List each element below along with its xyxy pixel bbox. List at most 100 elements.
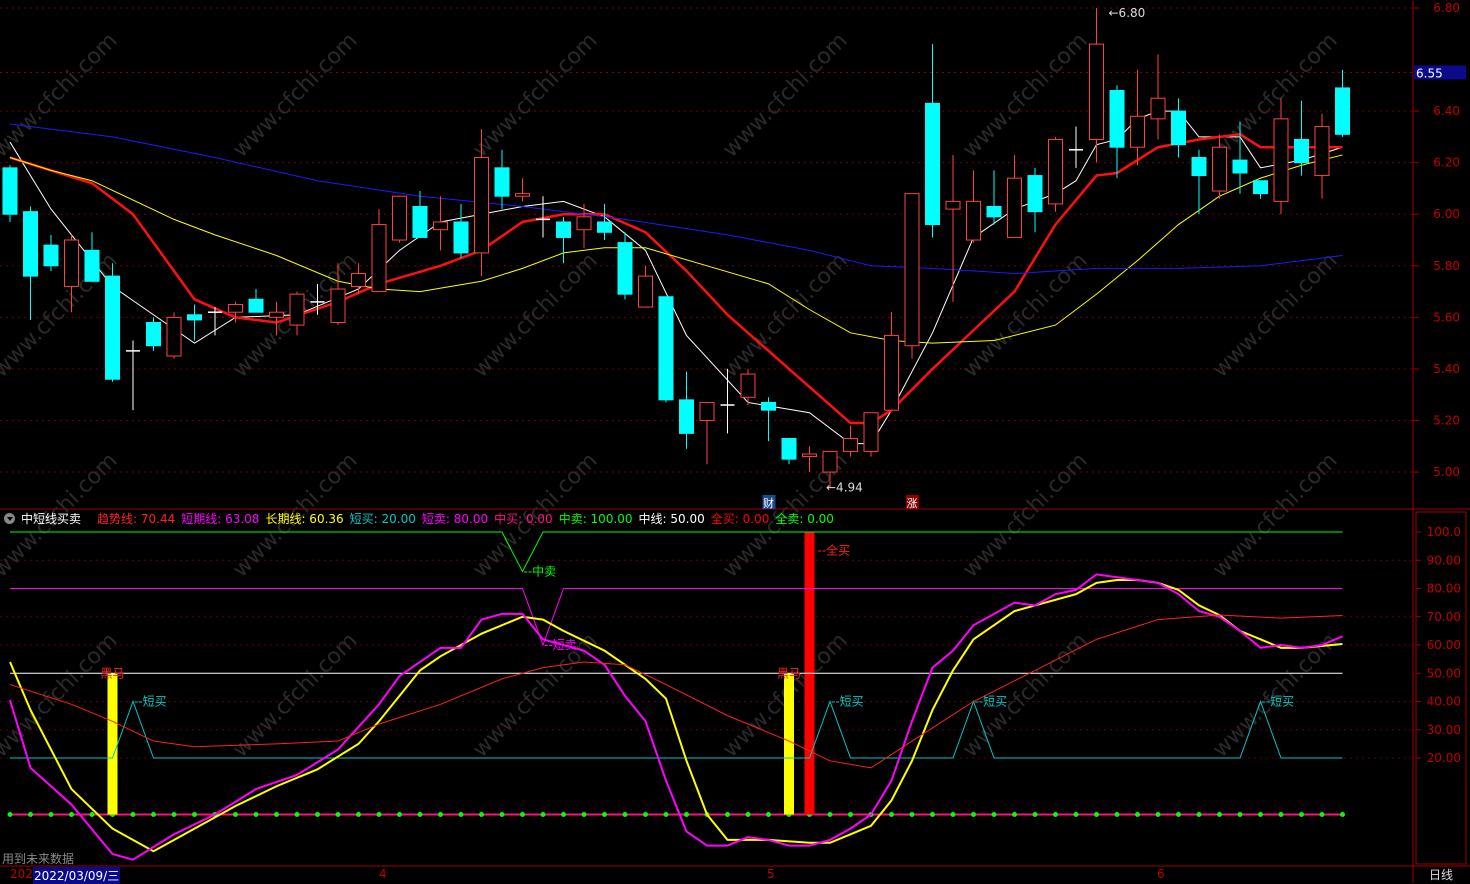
candlestick bbox=[679, 371, 694, 449]
candlestick bbox=[1130, 69, 1145, 166]
quanmai-dot bbox=[151, 812, 156, 817]
candlestick bbox=[966, 170, 981, 243]
candlestick bbox=[371, 209, 387, 293]
quanmai-dot bbox=[1073, 812, 1079, 817]
signal-label: --短卖 bbox=[544, 638, 577, 652]
indicator-name[interactable]: 中短线买卖 bbox=[21, 510, 81, 527]
min-price-label: ←4.94 bbox=[826, 481, 863, 495]
candlestick bbox=[1007, 154, 1022, 238]
candle-body bbox=[617, 242, 633, 295]
quanmai-dot bbox=[1299, 812, 1304, 817]
candle-body bbox=[986, 206, 1002, 218]
candle-body bbox=[945, 200, 961, 210]
event-marker: 涨 bbox=[907, 497, 918, 510]
candle-body bbox=[166, 316, 182, 357]
month-label: 6 bbox=[1157, 867, 1165, 881]
quanmai-dot bbox=[253, 812, 259, 817]
candlestick bbox=[658, 296, 674, 403]
quanmai-dot bbox=[315, 812, 320, 817]
candlestick bbox=[781, 438, 797, 465]
candlestick bbox=[105, 263, 120, 382]
quanmai-dot bbox=[520, 812, 525, 817]
candlestick bbox=[1273, 98, 1289, 215]
max-price-label: ←6.80 bbox=[1109, 6, 1146, 20]
candle-body bbox=[289, 293, 305, 326]
indicator-tick-label: 50.00 bbox=[1427, 666, 1461, 680]
quanmai-dot bbox=[28, 812, 33, 817]
signal-label: --短买 bbox=[1262, 695, 1295, 709]
quanmai-dot bbox=[581, 812, 587, 817]
candlestick bbox=[412, 191, 428, 238]
price-tick-label: 5.60 bbox=[1433, 310, 1460, 324]
quanmai-dot bbox=[971, 812, 976, 817]
candlestick bbox=[1027, 167, 1043, 233]
legend-item: 全买: 0.00 bbox=[710, 512, 770, 526]
selected-date: 2022/03/09/三 bbox=[33, 867, 121, 884]
quanmai-dot bbox=[1114, 812, 1120, 817]
quanmai-dot bbox=[192, 812, 197, 817]
quanmai-dot bbox=[1196, 812, 1202, 817]
watermark: www.cfchi.com bbox=[958, 248, 1092, 382]
candle-body bbox=[1007, 177, 1022, 238]
candlestick bbox=[187, 304, 202, 341]
candlestick bbox=[126, 340, 140, 411]
collapse-icon[interactable] bbox=[4, 513, 15, 524]
quanmai-dot bbox=[1237, 812, 1243, 817]
quanmai-dot bbox=[602, 812, 607, 817]
price-tick-label: 5.20 bbox=[1433, 413, 1460, 427]
indicator-tick-label: 60.00 bbox=[1427, 638, 1461, 652]
quanmai-dot bbox=[950, 812, 956, 817]
quanmai-dot bbox=[1217, 812, 1222, 817]
candlestick bbox=[1089, 8, 1104, 163]
quanmai-dot bbox=[848, 812, 853, 817]
quanmai-dot bbox=[356, 812, 361, 817]
quanmai-dot bbox=[417, 812, 423, 817]
candle-body bbox=[1212, 146, 1227, 192]
current-price-label: 6.55 bbox=[1416, 66, 1443, 80]
quanmai-dot bbox=[1176, 812, 1181, 817]
candlestick bbox=[904, 193, 920, 359]
event-marker: 财 bbox=[763, 496, 774, 510]
quanmai-dot bbox=[335, 812, 341, 817]
candle-body bbox=[248, 298, 264, 313]
price-tick-label: 5.40 bbox=[1433, 362, 1460, 376]
candle-body bbox=[433, 221, 448, 231]
quanmai-dot bbox=[1340, 812, 1345, 817]
candle-body bbox=[781, 438, 797, 460]
period-selector[interactable]: 日线 bbox=[1416, 866, 1466, 883]
candle-body bbox=[515, 193, 530, 197]
candle-body bbox=[843, 438, 858, 452]
candle-body bbox=[269, 311, 284, 318]
candle-body bbox=[638, 275, 653, 308]
candlestick bbox=[638, 265, 653, 308]
price-tick-label: 6.80 bbox=[1433, 1, 1460, 15]
candlestick bbox=[2, 165, 18, 222]
indicator-line-中卖 bbox=[10, 531, 1343, 573]
quanmai-dot bbox=[909, 812, 915, 817]
candlestick bbox=[1253, 180, 1268, 199]
candle-body bbox=[1294, 138, 1309, 164]
candle-body bbox=[23, 211, 38, 277]
candle-body bbox=[904, 193, 920, 347]
price-tick-label: 6.40 bbox=[1433, 104, 1460, 118]
legend-item: 短买: 20.00 bbox=[349, 512, 416, 526]
stock-chart-canvas[interactable]: www.cfchi.com www.cfchi.com www.cfchi.com w… bbox=[0, 0, 1470, 883]
quanmai-dot bbox=[561, 812, 566, 817]
candle-body bbox=[1109, 89, 1125, 148]
candle-body bbox=[330, 288, 346, 324]
signal-label: 黑马 bbox=[101, 666, 125, 680]
quanmai-dot bbox=[540, 812, 546, 817]
candle-body bbox=[474, 157, 489, 254]
candle-body bbox=[1253, 180, 1268, 195]
candlestick bbox=[740, 368, 756, 406]
future-data-note: 用到未来数据 bbox=[2, 852, 75, 866]
candlestick bbox=[494, 149, 510, 210]
candlestick bbox=[228, 301, 243, 323]
candlestick bbox=[515, 178, 530, 202]
candle-body bbox=[1191, 157, 1207, 177]
candle-body bbox=[658, 296, 674, 401]
candle-body bbox=[1130, 115, 1145, 148]
candlestick bbox=[1335, 69, 1350, 137]
candlestick bbox=[43, 234, 59, 271]
legend-item: 短期线: 63.08 bbox=[181, 512, 260, 526]
